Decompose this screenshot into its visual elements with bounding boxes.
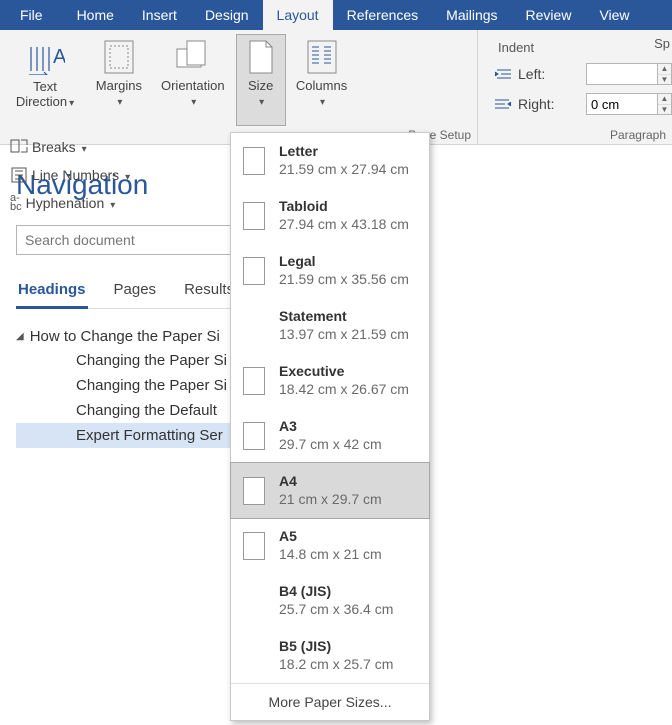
breaks-icon <box>10 139 28 155</box>
ribbon: A Text Direction Margins Orientation <box>0 30 672 145</box>
indent-right-icon <box>494 97 512 111</box>
paper-size-name: Tabloid <box>279 198 409 216</box>
tab-insert[interactable]: Insert <box>128 0 191 30</box>
indent-left-icon <box>494 67 512 81</box>
indent-left-label: Left: <box>518 66 545 82</box>
paper-size-option[interactable]: B5 (JIS)18.2 cm x 25.7 cm <box>231 628 429 683</box>
line-numbers-label: Line Numbers <box>32 167 119 183</box>
margins-icon <box>99 37 139 77</box>
paper-size-option[interactable]: Executive18.42 cm x 26.67 cm <box>231 353 429 408</box>
tab-mailings[interactable]: Mailings <box>432 0 511 30</box>
tab-layout[interactable]: Layout <box>263 0 333 30</box>
size-dropdown: Letter21.59 cm x 27.94 cmTabloid27.94 cm… <box>230 132 430 721</box>
paper-size-name: A4 <box>279 473 382 491</box>
margins-label: Margins <box>96 79 142 109</box>
paper-size-option[interactable]: Statement13.97 cm x 21.59 cm <box>231 298 429 353</box>
size-icon <box>241 37 281 77</box>
orientation-label: Orientation <box>161 79 225 109</box>
paper-size-option[interactable]: B4 (JIS)25.7 cm x 36.4 cm <box>231 573 429 628</box>
page-icon <box>243 367 265 395</box>
paper-size-dims: 29.7 cm x 42 cm <box>279 436 382 454</box>
hyphenation-icon: a-bc <box>10 194 22 212</box>
paper-size-name: A3 <box>279 418 382 436</box>
indent-title: Indent <box>494 40 672 59</box>
page-icon <box>243 422 265 450</box>
spacing-hint: Sp <box>654 36 670 51</box>
paper-size-name: Legal <box>279 253 409 271</box>
tab-references[interactable]: References <box>333 0 433 30</box>
breaks-button[interactable]: Breaks <box>6 134 134 160</box>
page-icon <box>243 202 265 230</box>
nav-tab-pages[interactable]: Pages <box>112 281 159 308</box>
columns-icon <box>302 37 342 77</box>
text-direction-icon: A <box>25 38 65 78</box>
paper-size-option[interactable]: Tabloid27.94 cm x 43.18 cm <box>231 188 429 243</box>
paper-size-name: B4 (JIS) <box>279 583 393 601</box>
paper-size-dims: 21.59 cm x 27.94 cm <box>279 161 409 179</box>
margins-button[interactable]: Margins <box>88 35 150 127</box>
paper-size-dims: 21 cm x 29.7 cm <box>279 491 382 509</box>
nav-tab-results[interactable]: Results <box>182 281 236 308</box>
paper-size-dims: 21.59 cm x 35.56 cm <box>279 271 409 289</box>
page-icon <box>243 147 265 175</box>
group-paragraph: Indent Left: ▲▼ Right: ▲▼ <box>478 30 672 144</box>
paper-size-option[interactable]: A514.8 cm x 21 cm <box>231 518 429 573</box>
paper-size-dims: 25.7 cm x 36.4 cm <box>279 601 393 619</box>
paper-size-dims: 14.8 cm x 21 cm <box>279 546 382 564</box>
outline-root-label: How to Change the Paper Si <box>30 328 220 345</box>
paragraph-group-label: Paragraph <box>610 128 666 142</box>
size-label: Size <box>248 79 273 109</box>
paper-size-option[interactable]: Letter21.59 cm x 27.94 cm <box>231 133 429 188</box>
paper-size-option[interactable]: A421 cm x 29.7 cm <box>230 462 430 519</box>
page-icon <box>243 532 265 560</box>
hyphenation-button[interactable]: a-bc Hyphenation <box>6 190 134 216</box>
more-paper-sizes[interactable]: More Paper Sizes... <box>231 683 429 720</box>
paper-size-name: A5 <box>279 528 382 546</box>
tab-home[interactable]: Home <box>63 0 128 30</box>
tab-review[interactable]: Review <box>512 0 586 30</box>
collapse-icon[interactable]: ◢ <box>16 331 24 342</box>
paper-size-name: Letter <box>279 143 409 161</box>
group-page-setup: A Text Direction Margins Orientation <box>0 30 478 144</box>
paper-size-option[interactable]: Legal21.59 cm x 35.56 cm <box>231 243 429 298</box>
page-icon <box>243 257 265 285</box>
paper-size-name: Statement <box>279 308 409 326</box>
line-numbers-button[interactable]: Line Numbers <box>6 162 134 188</box>
nav-tab-headings[interactable]: Headings <box>16 281 88 309</box>
size-button[interactable]: Size <box>236 34 286 126</box>
indent-right-input[interactable] <box>586 93 658 115</box>
hyphenation-label: Hyphenation <box>26 195 105 211</box>
orientation-button[interactable]: Orientation <box>154 35 232 127</box>
indent-right-label: Right: <box>518 96 555 112</box>
line-numbers-icon <box>10 167 28 183</box>
tab-file[interactable]: File <box>0 0 63 30</box>
tab-design[interactable]: Design <box>191 0 263 30</box>
svg-text:A: A <box>53 46 65 68</box>
page-icon <box>243 477 265 505</box>
paper-size-name: Executive <box>279 363 409 381</box>
paper-size-dims: 27.94 cm x 43.18 cm <box>279 216 409 234</box>
indent-left-input[interactable] <box>586 63 658 85</box>
paper-size-name: B5 (JIS) <box>279 638 393 656</box>
columns-button[interactable]: Columns <box>290 35 354 127</box>
indent-right-spinner[interactable]: ▲▼ <box>658 93 672 115</box>
paper-size-dims: 18.2 cm x 25.7 cm <box>279 656 393 674</box>
paper-size-dims: 13.97 cm x 21.59 cm <box>279 326 409 344</box>
paper-size-dims: 18.42 cm x 26.67 cm <box>279 381 409 399</box>
paper-size-option[interactable]: A329.7 cm x 42 cm <box>231 408 429 463</box>
text-direction-button[interactable]: A Text Direction <box>6 36 84 128</box>
tab-view[interactable]: View <box>585 0 643 30</box>
columns-label: Columns <box>296 79 347 109</box>
ribbon-tabs: File Home Insert Design Layout Reference… <box>0 0 672 30</box>
orientation-icon <box>173 37 213 77</box>
breaks-label: Breaks <box>32 139 76 155</box>
text-direction-label: Text Direction <box>6 80 84 110</box>
indent-left-spinner[interactable]: ▲▼ <box>658 63 672 85</box>
